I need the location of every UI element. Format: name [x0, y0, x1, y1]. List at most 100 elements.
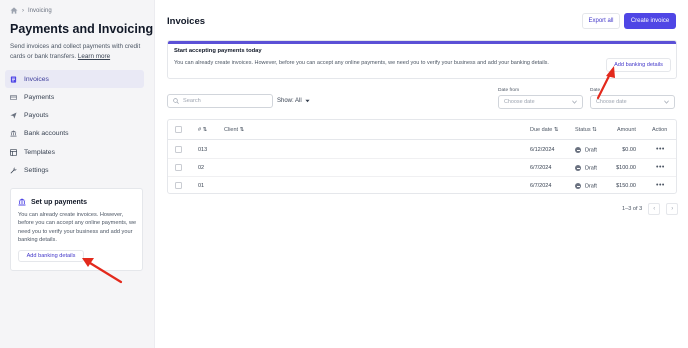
setup-payments-heading: Set up payments	[18, 198, 87, 206]
main-content: Invoices Export all Create invoice Start…	[156, 0, 688, 348]
home-icon[interactable]	[10, 7, 18, 14]
select-all-checkbox[interactable]	[175, 126, 182, 133]
pagination: 1–3 of 3 ‹ ›	[622, 203, 679, 215]
row-checkbox[interactable]	[175, 146, 182, 153]
more-options-icon[interactable]: •••	[656, 164, 665, 171]
chevron-down-icon	[664, 100, 669, 104]
banner-text: You can already create invoices. However…	[174, 60, 549, 66]
column-header-action: Action	[652, 127, 668, 133]
draft-status-icon	[575, 165, 581, 171]
add-banking-details-button[interactable]: Add banking details	[18, 250, 84, 262]
date-from-label: Date from	[498, 88, 520, 93]
column-header-number[interactable]: # ⇅	[198, 127, 207, 133]
date-to-input[interactable]: Choose date	[590, 95, 675, 109]
invoice-status-label: Draft	[585, 183, 597, 190]
export-all-button[interactable]: Export all	[582, 13, 620, 29]
invoice-status: Draft	[575, 147, 597, 153]
banner-add-banking-details-button[interactable]: Add banking details	[606, 58, 671, 72]
search-icon	[173, 98, 179, 104]
chevron-down-icon	[572, 100, 577, 104]
invoice-status-label: Draft	[585, 165, 597, 172]
invoice-number: 02	[198, 165, 205, 171]
invoice-number: 01	[198, 183, 205, 189]
page-title: Payments and Invoicing	[10, 22, 154, 36]
column-header-client[interactable]: Client ⇅	[224, 127, 244, 133]
column-header-status[interactable]: Status ⇅	[575, 127, 597, 133]
sidebar-item-settings[interactable]: Settings	[5, 161, 144, 179]
invoice-amount: $150.00	[616, 183, 636, 189]
invoice-status: Draft	[575, 165, 597, 171]
show-filter-dropdown[interactable]: Show: All	[277, 98, 310, 104]
invoice-status-label: Draft	[585, 147, 597, 154]
payments-banner: Start accepting payments today You can a…	[167, 40, 677, 79]
column-header-label: Status	[575, 127, 591, 133]
sidebar: › Invoicing Payments and Invoicing Send …	[0, 0, 155, 348]
wrench-icon	[10, 167, 17, 174]
setup-payments-text: You can already create invoices. However…	[18, 212, 137, 243]
invoice-status: Draft	[575, 183, 597, 189]
invoice-due-date: 6/7/2024	[530, 165, 552, 171]
setup-payments-title: Set up payments	[31, 198, 88, 206]
send-icon	[10, 112, 17, 119]
sidebar-item-templates[interactable]: Templates	[5, 143, 144, 161]
column-header-label: #	[198, 127, 202, 133]
sidebar-item-invoices[interactable]: Invoices	[5, 70, 144, 88]
sidebar-item-payouts[interactable]: Payouts	[5, 107, 144, 125]
sidebar-item-label: Templates	[24, 148, 55, 156]
sidebar-item-label: Invoices	[24, 75, 49, 83]
page-description-text: Send invoices and collect payments with …	[10, 43, 141, 60]
column-header-due-date[interactable]: Due date ⇅	[530, 127, 558, 133]
more-options-icon[interactable]: •••	[656, 146, 665, 153]
sidebar-item-label: Settings	[24, 166, 49, 174]
page-description: Send invoices and collect payments with …	[10, 42, 148, 61]
invoice-amount: $0.00	[622, 147, 636, 153]
sidebar-item-bank-accounts[interactable]: Bank accounts	[5, 125, 144, 143]
banner-title: Start accepting payments today	[174, 48, 262, 54]
previous-page-button[interactable]: ‹	[648, 203, 661, 215]
learn-more-link[interactable]: Learn more	[78, 53, 110, 60]
column-header-amount: Amount	[617, 127, 636, 133]
breadcrumb: › Invoicing	[10, 7, 52, 14]
template-icon	[10, 148, 17, 156]
sidebar-item-label: Bank accounts	[24, 130, 69, 138]
sidebar-item-label: Payments	[24, 93, 55, 101]
invoice-icon	[10, 75, 17, 83]
sidebar-item-payments[interactable]: Payments	[5, 88, 144, 106]
row-checkbox[interactable]	[175, 182, 182, 189]
table-header: # ⇅ Client ⇅ Due date ⇅ Status ⇅ Amount …	[168, 120, 676, 140]
invoices-heading: Invoices	[167, 16, 206, 27]
column-header-label: Client	[224, 127, 239, 133]
search-input[interactable]	[183, 98, 263, 104]
date-from-input[interactable]: Choose date	[498, 95, 583, 109]
invoice-amount: $100.00	[616, 165, 636, 171]
search-box[interactable]	[167, 94, 273, 108]
row-checkbox[interactable]	[175, 164, 182, 171]
show-filter-label: Show: All	[277, 98, 302, 104]
banner-accent-bar	[168, 41, 676, 44]
next-page-button[interactable]: ›	[666, 203, 679, 215]
draft-status-icon	[575, 183, 581, 189]
invoice-due-date: 6/12/2024	[530, 147, 555, 153]
table-row[interactable]: 02 6/7/2024 Draft $100.00 •••	[168, 159, 676, 177]
pagination-range: 1–3 of 3	[622, 206, 643, 212]
bank-icon	[10, 130, 17, 137]
date-to-placeholder: Choose date	[596, 99, 627, 105]
column-header-label: Due date	[530, 127, 553, 133]
breadcrumb-separator: ›	[22, 7, 24, 14]
breadcrumb-current: Invoicing	[28, 7, 52, 14]
draft-status-icon	[575, 147, 581, 153]
invoice-number: 013	[198, 147, 208, 153]
bank-icon	[18, 198, 26, 206]
date-to-label: Date	[590, 88, 601, 93]
card-icon	[10, 94, 17, 100]
chevron-down-icon	[305, 99, 310, 103]
table-row[interactable]: 01 6/7/2024 Draft $150.00 •••	[168, 177, 676, 195]
table-row[interactable]: 013 6/12/2024 Draft $0.00 •••	[168, 141, 676, 159]
sidebar-item-label: Payouts	[24, 112, 49, 120]
create-invoice-button[interactable]: Create invoice	[624, 13, 676, 29]
more-options-icon[interactable]: •••	[656, 182, 665, 189]
invoices-table: # ⇅ Client ⇅ Due date ⇅ Status ⇅ Amount …	[167, 119, 677, 194]
sidebar-nav: Invoices Payments Payouts Bank accounts …	[5, 70, 144, 180]
invoice-due-date: 6/7/2024	[530, 183, 552, 189]
date-from-placeholder: Choose date	[504, 99, 535, 105]
